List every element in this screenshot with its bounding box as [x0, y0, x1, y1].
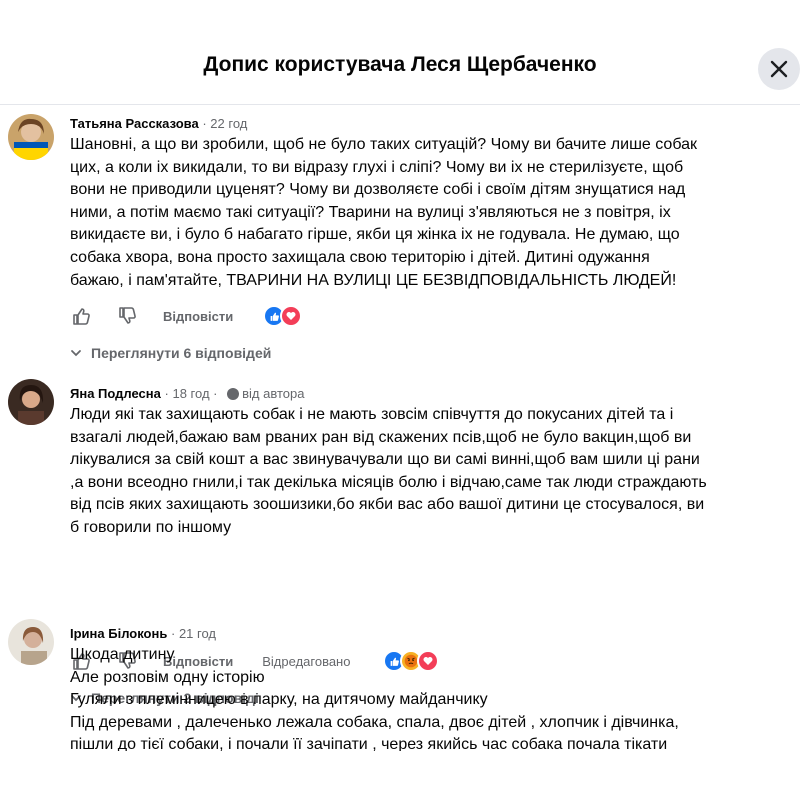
- comments-feed[interactable]: Татьяна Рассказова · 22 год Шановні, а щ…: [0, 105, 800, 751]
- comment-text: Шановні, а що ви зробили, щоб не було та…: [70, 134, 782, 292]
- comment-author[interactable]: Ірина Білоконь: [70, 626, 167, 641]
- like-button[interactable]: [70, 305, 92, 327]
- comment-text: Шкода дитину Але розповім одну історію Г…: [70, 644, 782, 751]
- comment-line: Гуляли з племінницею в парку, на дитячом…: [70, 691, 488, 709]
- meta-separator: ·: [164, 386, 169, 401]
- comment-time[interactable]: 18 год: [172, 386, 209, 401]
- comment-line: б говорили по іншому: [70, 518, 232, 536]
- comment-line: Під деревами , далеченько лежала собака,…: [70, 713, 679, 731]
- comment-line: бажаю, і пам'ятайте, ТВАРИНИ НА ВУЛИЦІ Ц…: [70, 271, 677, 289]
- comment-line: пішли до тієї собаки, і почали її зачіпа…: [70, 736, 668, 751]
- dislike-button[interactable]: [116, 305, 138, 327]
- view-replies-link[interactable]: Переглянути 6 відповідей: [70, 343, 271, 363]
- comment-line: ними, а потім маємо такі ситуації? Твари…: [70, 203, 671, 221]
- close-button[interactable]: [758, 48, 800, 90]
- author-badge-icon: [227, 388, 240, 400]
- comment-actions: Відповісти: [70, 304, 303, 328]
- comment-meta: Татьяна Рассказова · 22 год: [70, 114, 782, 134]
- comment-line: ,а вони всеодно гнили,і так декілька міс…: [70, 473, 707, 491]
- thumbs-down-icon: [119, 307, 136, 324]
- close-icon: [770, 60, 788, 78]
- comment-line: вони не приводили цуценят? Чому ви дозво…: [70, 181, 686, 199]
- comment-line: від псів яких захищають зоошизики,бо якб…: [70, 496, 705, 514]
- comment-line: лікувалися за свій кошт а вас звинувачув…: [70, 451, 700, 469]
- meta-separator: ·: [202, 116, 207, 131]
- avatar[interactable]: [8, 114, 54, 160]
- comment-line: собака хвора, вона просто захищала свою …: [70, 248, 650, 266]
- chevron-down-icon: [71, 350, 81, 357]
- avatar[interactable]: [8, 379, 54, 425]
- comment-line: взагалі людей,бажаю вам рваних ран від с…: [70, 428, 692, 446]
- thumbs-up-icon: [73, 308, 90, 325]
- author-badge-label: від автора: [242, 386, 305, 401]
- comment-meta: Ірина Білоконь · 21 год: [70, 624, 782, 644]
- comment-line: Але розповім одну історію: [70, 668, 265, 686]
- view-replies-label: Переглянути 6 відповідей: [91, 345, 272, 361]
- author-badge: від автора: [227, 386, 304, 401]
- comment-meta: Яна Подлесна · 18 год · від автора: [70, 384, 782, 404]
- love-reaction-icon: [280, 305, 303, 327]
- avatar[interactable]: [8, 619, 54, 665]
- meta-separator: ·: [170, 626, 176, 641]
- reply-button[interactable]: Відповісти: [163, 309, 233, 324]
- comment-line: Шановні, а що ви зробили, щоб не було та…: [70, 136, 698, 153]
- comment-line: цих, а коли іх викидали, то ви відразу г…: [70, 158, 684, 176]
- comment-line: Шкода дитину: [70, 646, 175, 663]
- comment-time[interactable]: 21 год: [179, 626, 216, 641]
- reactions-summary[interactable]: [263, 305, 303, 327]
- comment-line: Люди які так захищають собак і не мають …: [70, 406, 674, 423]
- dialog-header: Допис користувача Леся Щербаченко: [0, 0, 800, 105]
- dialog-title: Допис користувача Леся Щербаченко: [203, 53, 597, 76]
- dialog-footer-blank: [0, 751, 800, 800]
- comment-author[interactable]: Яна Подлесна: [70, 386, 161, 401]
- comment-line: викидаєте ви, і було б набагато гірше, я…: [70, 226, 680, 244]
- comment-author[interactable]: Татьяна Рассказова: [70, 116, 199, 131]
- comment-text: Люди які так захищають собак і не мають …: [70, 404, 782, 540]
- meta-separator: ·: [213, 386, 218, 401]
- comment-time[interactable]: 22 год: [210, 116, 247, 131]
